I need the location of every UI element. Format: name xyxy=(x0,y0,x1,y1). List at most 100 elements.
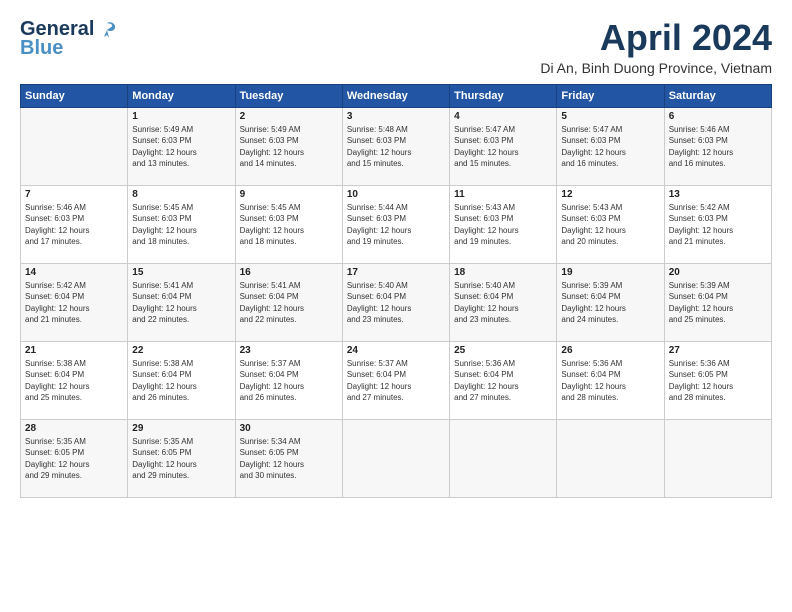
calendar-cell: 26 Sunrise: 5:36 AMSunset: 6:04 PMDayligh… xyxy=(557,341,664,419)
calendar-cell: 13 Sunrise: 5:42 AMSunset: 6:03 PMDayligh… xyxy=(664,185,771,263)
day-number: 23 xyxy=(240,345,338,356)
day-number: 12 xyxy=(561,189,659,200)
calendar-cell xyxy=(21,107,128,185)
day-number: 25 xyxy=(454,345,552,356)
calendar-cell: 12 Sunrise: 5:43 AMSunset: 6:03 PMDayligh… xyxy=(557,185,664,263)
day-info: Sunrise: 5:41 AMSunset: 6:04 PMDaylight:… xyxy=(132,280,230,326)
day-info: Sunrise: 5:34 AMSunset: 6:05 PMDaylight:… xyxy=(240,436,338,482)
calendar-week-2: 7Sunrise: 5:46 AMSunset: 6:03 PMDaylight… xyxy=(21,185,772,263)
day-number: 5 xyxy=(561,111,659,122)
calendar-cell xyxy=(342,419,449,497)
calendar-body: 1 Sunrise: 5:49 AMSunset: 6:03 PMDaylight… xyxy=(21,107,772,497)
calendar-header: Sunday Monday Tuesday Wednesday Thursday… xyxy=(21,84,772,107)
calendar-cell: 16 Sunrise: 5:41 AMSunset: 6:04 PMDayligh… xyxy=(235,263,342,341)
day-number: 10 xyxy=(347,189,445,200)
day-number: 14 xyxy=(25,267,123,278)
calendar-cell: 18Sunrise: 5:40 AMSunset: 6:04 PMDayligh… xyxy=(450,263,557,341)
day-info: Sunrise: 5:43 AMSunset: 6:03 PMDaylight:… xyxy=(561,202,659,248)
calendar-week-5: 28 Sunrise: 5:35 AMSunset: 6:05 PMDayligh… xyxy=(21,419,772,497)
day-number: 4 xyxy=(454,111,552,122)
day-number: 15 xyxy=(132,267,230,278)
calendar-cell: 10Sunrise: 5:44 AMSunset: 6:03 PMDayligh… xyxy=(342,185,449,263)
day-number: 22 xyxy=(132,345,230,356)
header-sunday: Sunday xyxy=(21,84,128,107)
calendar-cell: 11 Sunrise: 5:43 AMSunset: 6:03 PMDayligh… xyxy=(450,185,557,263)
day-info: Sunrise: 5:45 AMSunset: 6:03 PMDaylight:… xyxy=(132,202,230,248)
calendar-cell: 1 Sunrise: 5:49 AMSunset: 6:03 PMDaylight… xyxy=(128,107,235,185)
day-number: 2 xyxy=(240,111,338,122)
day-info: Sunrise: 5:41 AMSunset: 6:04 PMDaylight:… xyxy=(240,280,338,326)
calendar-cell: 23 Sunrise: 5:37 AMSunset: 6:04 PMDayligh… xyxy=(235,341,342,419)
calendar-cell: 17Sunrise: 5:40 AMSunset: 6:04 PMDayligh… xyxy=(342,263,449,341)
day-info: Sunrise: 5:40 AMSunset: 6:04 PMDaylight:… xyxy=(347,280,445,326)
weekday-row: Sunday Monday Tuesday Wednesday Thursday… xyxy=(21,84,772,107)
day-info: Sunrise: 5:49 AMSunset: 6:03 PMDaylight:… xyxy=(240,124,338,170)
day-info: Sunrise: 5:42 AMSunset: 6:03 PMDaylight:… xyxy=(669,202,767,248)
header-tuesday: Tuesday xyxy=(235,84,342,107)
day-info: Sunrise: 5:35 AMSunset: 6:05 PMDaylight:… xyxy=(25,436,123,482)
day-number: 28 xyxy=(25,423,123,434)
day-info: Sunrise: 5:46 AMSunset: 6:03 PMDaylight:… xyxy=(669,124,767,170)
day-info: Sunrise: 5:47 AMSunset: 6:03 PMDaylight:… xyxy=(454,124,552,170)
day-number: 27 xyxy=(669,345,767,356)
logo-blue: Blue xyxy=(20,39,118,57)
day-info: Sunrise: 5:42 AMSunset: 6:04 PMDaylight:… xyxy=(25,280,123,326)
day-number: 21 xyxy=(25,345,123,356)
day-number: 16 xyxy=(240,267,338,278)
calendar-cell: 9Sunrise: 5:45 AMSunset: 6:03 PMDaylight… xyxy=(235,185,342,263)
day-number: 26 xyxy=(561,345,659,356)
calendar-cell: 24Sunrise: 5:37 AMSunset: 6:04 PMDayligh… xyxy=(342,341,449,419)
calendar-cell: 15 Sunrise: 5:41 AMSunset: 6:04 PMDayligh… xyxy=(128,263,235,341)
day-number: 30 xyxy=(240,423,338,434)
page: General Blue April 2024 Di An, Binh Duon… xyxy=(0,0,792,508)
header-friday: Friday xyxy=(557,84,664,107)
day-info: Sunrise: 5:40 AMSunset: 6:04 PMDaylight:… xyxy=(454,280,552,326)
day-info: Sunrise: 5:36 AMSunset: 6:04 PMDaylight:… xyxy=(561,358,659,404)
calendar-title: April 2024 xyxy=(540,18,772,58)
day-info: Sunrise: 5:38 AMSunset: 6:04 PMDaylight:… xyxy=(25,358,123,404)
calendar-cell: 5 Sunrise: 5:47 AMSunset: 6:03 PMDaylight… xyxy=(557,107,664,185)
calendar-cell: 20 Sunrise: 5:39 AMSunset: 6:04 PMDayligh… xyxy=(664,263,771,341)
title-block: April 2024 Di An, Binh Duong Province, V… xyxy=(540,18,772,76)
calendar-cell: 22 Sunrise: 5:38 AMSunset: 6:04 PMDayligh… xyxy=(128,341,235,419)
calendar-cell: 25 Sunrise: 5:36 AMSunset: 6:04 PMDayligh… xyxy=(450,341,557,419)
day-number: 1 xyxy=(132,111,230,122)
calendar-cell: 2 Sunrise: 5:49 AMSunset: 6:03 PMDaylight… xyxy=(235,107,342,185)
day-info: Sunrise: 5:38 AMSunset: 6:04 PMDaylight:… xyxy=(132,358,230,404)
day-info: Sunrise: 5:43 AMSunset: 6:03 PMDaylight:… xyxy=(454,202,552,248)
calendar-cell: 30 Sunrise: 5:34 AMSunset: 6:05 PMDayligh… xyxy=(235,419,342,497)
calendar-cell xyxy=(664,419,771,497)
day-info: Sunrise: 5:35 AMSunset: 6:05 PMDaylight:… xyxy=(132,436,230,482)
calendar-cell: 29Sunrise: 5:35 AMSunset: 6:05 PMDayligh… xyxy=(128,419,235,497)
logo-bird-icon xyxy=(96,19,118,41)
day-info: Sunrise: 5:36 AMSunset: 6:04 PMDaylight:… xyxy=(454,358,552,404)
day-info: Sunrise: 5:48 AMSunset: 6:03 PMDaylight:… xyxy=(347,124,445,170)
calendar-cell: 21 Sunrise: 5:38 AMSunset: 6:04 PMDayligh… xyxy=(21,341,128,419)
day-info: Sunrise: 5:45 AMSunset: 6:03 PMDaylight:… xyxy=(240,202,338,248)
calendar-week-4: 21 Sunrise: 5:38 AMSunset: 6:04 PMDayligh… xyxy=(21,341,772,419)
logo: General Blue xyxy=(20,18,118,57)
calendar-week-3: 14 Sunrise: 5:42 AMSunset: 6:04 PMDayligh… xyxy=(21,263,772,341)
day-number: 20 xyxy=(669,267,767,278)
calendar-cell xyxy=(557,419,664,497)
day-number: 7 xyxy=(25,189,123,200)
day-number: 19 xyxy=(561,267,659,278)
day-number: 13 xyxy=(669,189,767,200)
header: General Blue April 2024 Di An, Binh Duon… xyxy=(20,18,772,76)
day-info: Sunrise: 5:39 AMSunset: 6:04 PMDaylight:… xyxy=(669,280,767,326)
day-info: Sunrise: 5:37 AMSunset: 6:04 PMDaylight:… xyxy=(240,358,338,404)
header-wednesday: Wednesday xyxy=(342,84,449,107)
day-info: Sunrise: 5:47 AMSunset: 6:03 PMDaylight:… xyxy=(561,124,659,170)
calendar-cell: 3Sunrise: 5:48 AMSunset: 6:03 PMDaylight… xyxy=(342,107,449,185)
day-number: 24 xyxy=(347,345,445,356)
calendar-cell: 8Sunrise: 5:45 AMSunset: 6:03 PMDaylight… xyxy=(128,185,235,263)
calendar-cell xyxy=(450,419,557,497)
calendar-table: Sunday Monday Tuesday Wednesday Thursday… xyxy=(20,84,772,498)
calendar-cell: 27Sunrise: 5:36 AMSunset: 6:05 PMDayligh… xyxy=(664,341,771,419)
calendar-cell: 19 Sunrise: 5:39 AMSunset: 6:04 PMDayligh… xyxy=(557,263,664,341)
header-thursday: Thursday xyxy=(450,84,557,107)
day-number: 11 xyxy=(454,189,552,200)
day-info: Sunrise: 5:39 AMSunset: 6:04 PMDaylight:… xyxy=(561,280,659,326)
day-info: Sunrise: 5:49 AMSunset: 6:03 PMDaylight:… xyxy=(132,124,230,170)
calendar-week-1: 1 Sunrise: 5:49 AMSunset: 6:03 PMDaylight… xyxy=(21,107,772,185)
